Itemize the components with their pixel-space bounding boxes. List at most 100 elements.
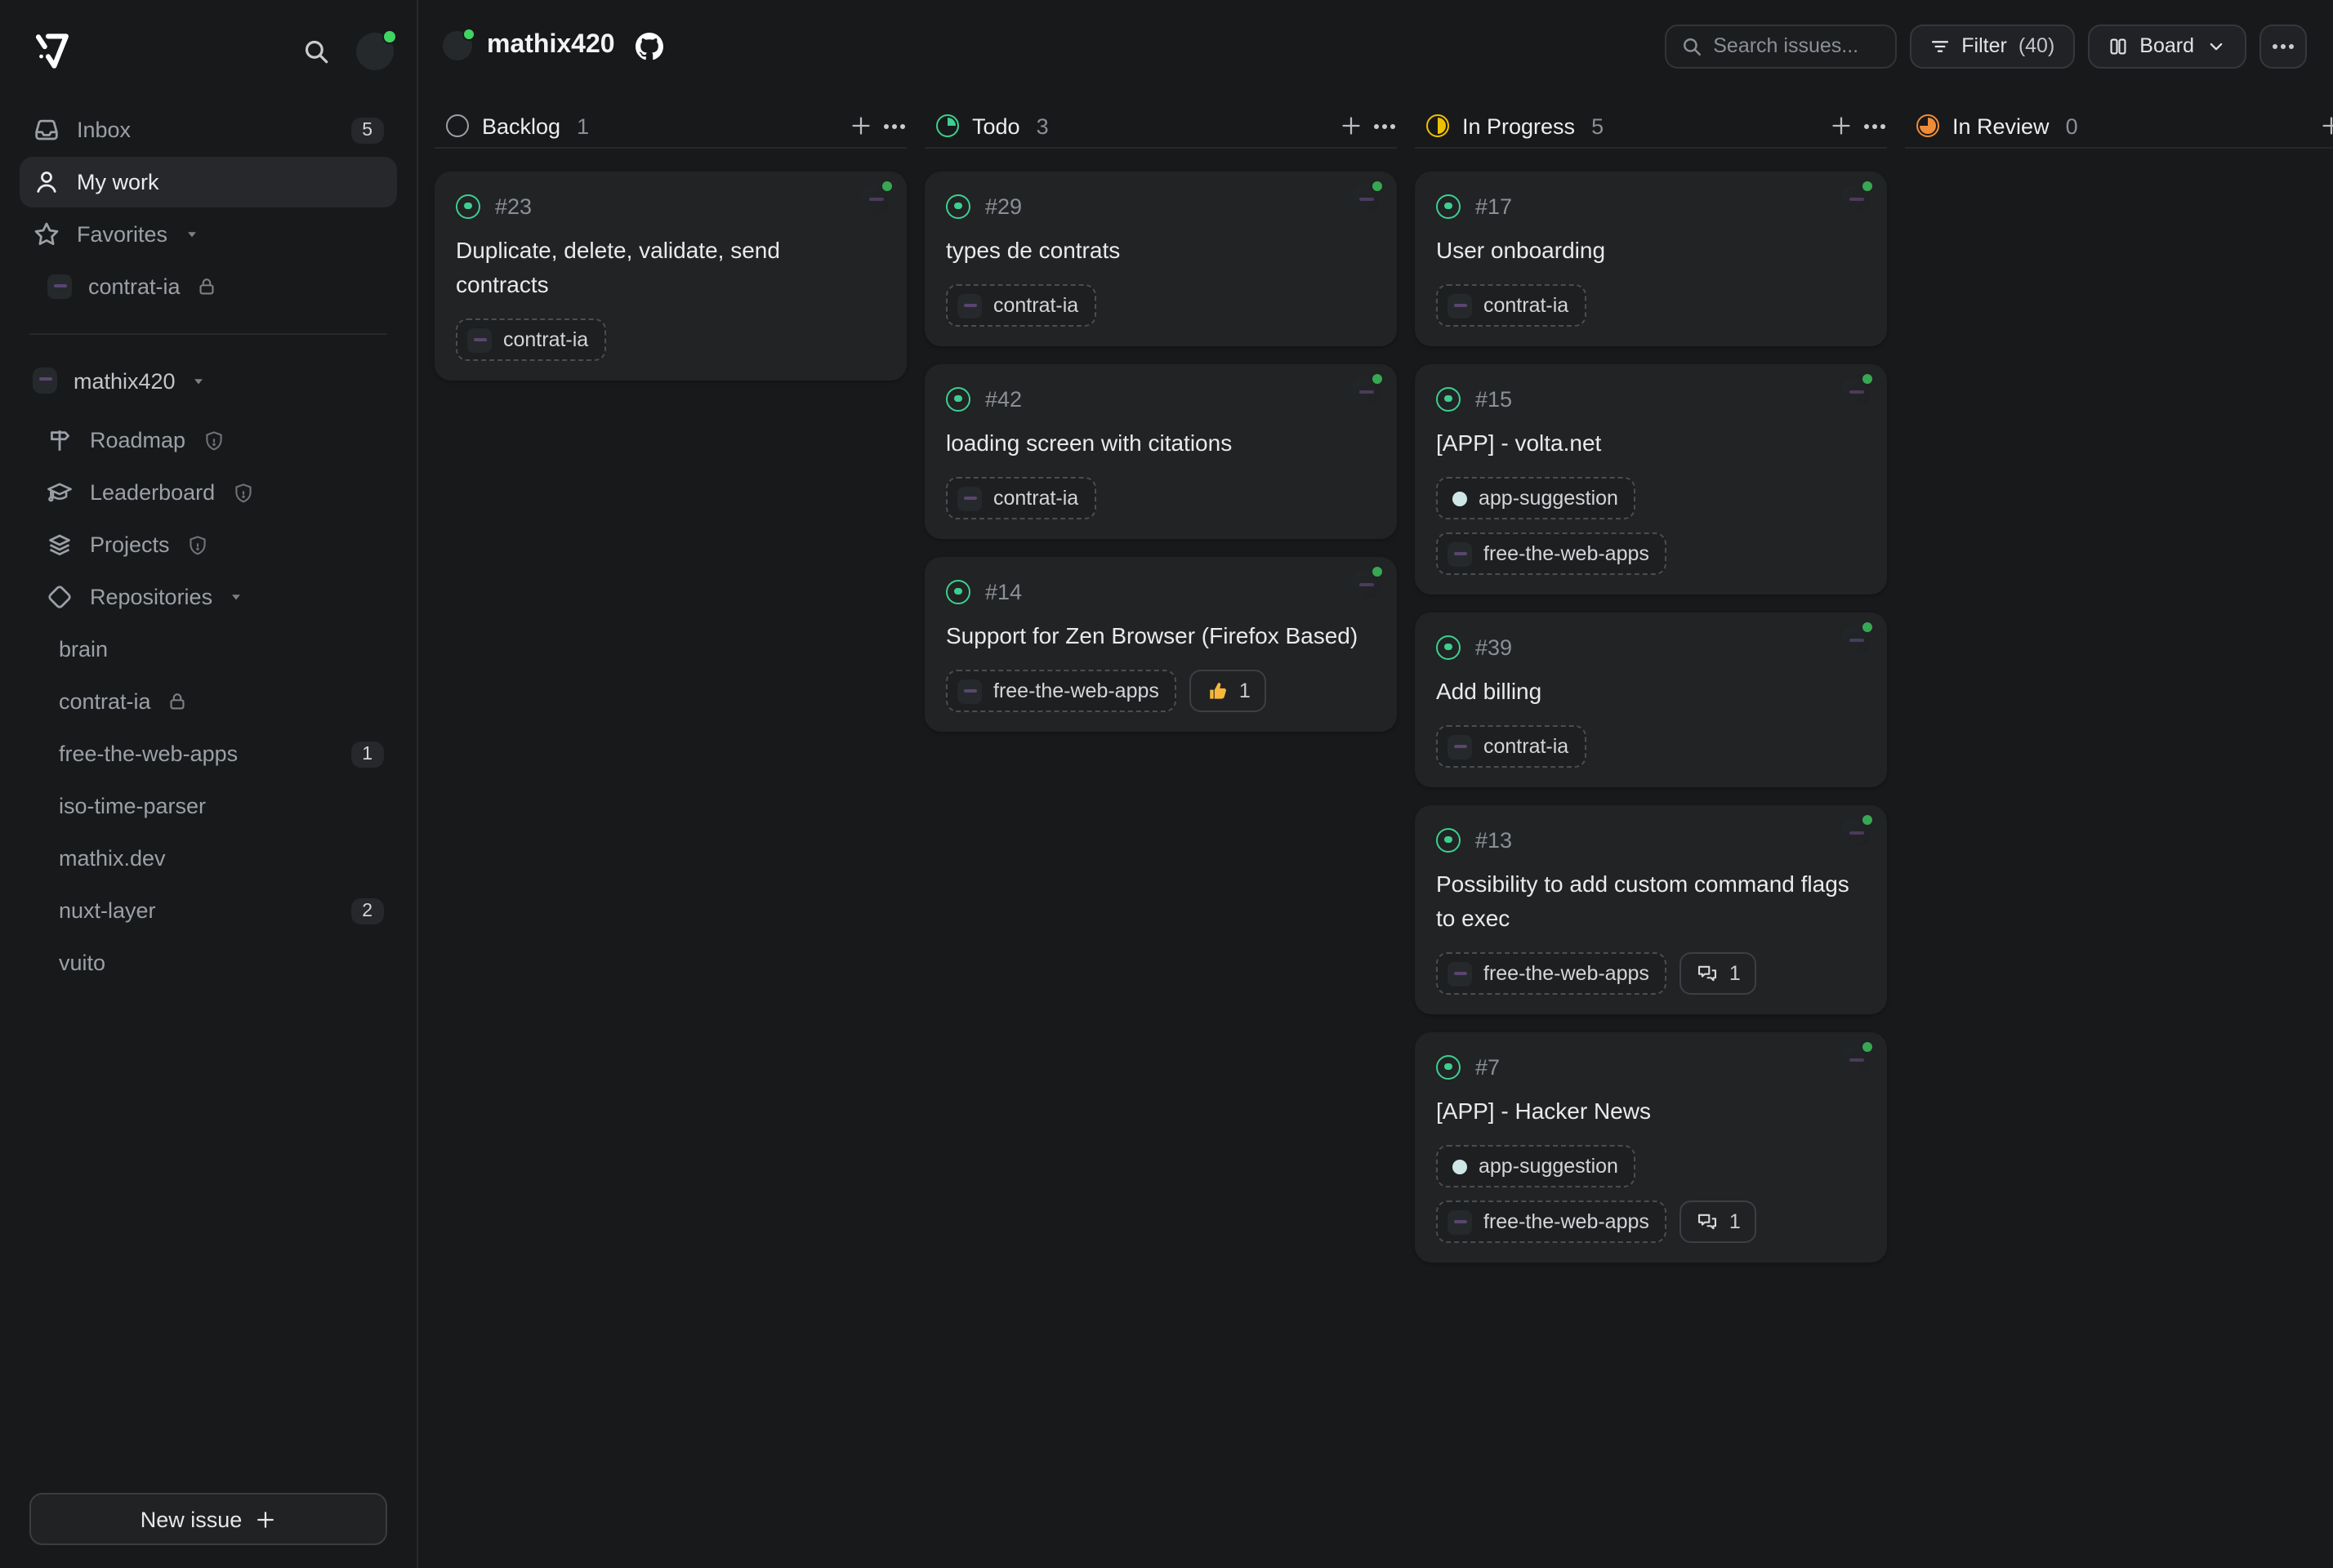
issue-card-7[interactable]: #7 [APP] - Hacker News app-suggestion fr… — [1415, 1032, 1887, 1263]
open-issue-icon — [946, 194, 970, 218]
issue-number: #29 — [985, 194, 1022, 218]
tag-label[interactable]: app-suggestion — [1436, 1145, 1636, 1187]
repo-name: contrat-ia — [88, 274, 181, 299]
online-dot — [1861, 180, 1874, 193]
repo-name: mathix.dev — [59, 846, 166, 871]
shield-icon — [231, 481, 254, 504]
open-issue-icon — [946, 579, 970, 604]
chevron-down-icon — [229, 590, 243, 604]
sidebar-org-mathix420[interactable]: mathix420 — [20, 354, 397, 407]
repo-label[interactable]: contrat-ia — [946, 284, 1096, 327]
comments-badge[interactable]: 1 — [1680, 1200, 1757, 1243]
search-issues-input[interactable] — [1713, 34, 1880, 57]
column-in-review: In Review 0 — [1905, 105, 2333, 1568]
sidebar-item-leaderboard[interactable]: Leaderboard — [20, 467, 397, 518]
issue-card-29[interactable]: #29 types de contrats contrat-ia — [925, 172, 1397, 346]
status-backlog-icon — [446, 114, 469, 137]
assignee-avatar — [1843, 820, 1869, 846]
inbox-icon — [33, 116, 60, 144]
sidebar-header — [23, 26, 394, 75]
sidebar-item-label: My work — [77, 170, 159, 194]
sidebar-repo-vuito[interactable]: vuito — [20, 938, 397, 988]
volta-logo[interactable] — [29, 29, 74, 73]
issue-title: Possibility to add custom command flags … — [1436, 867, 1866, 936]
column-header: Todo 3 — [925, 105, 1397, 149]
add-issue-icon[interactable] — [850, 114, 872, 137]
search-icon[interactable] — [297, 33, 333, 69]
open-issue-icon — [1436, 386, 1461, 411]
open-issue-icon — [946, 386, 970, 411]
issue-number: #14 — [985, 579, 1022, 604]
repo-name: free-the-web-apps — [59, 742, 238, 766]
person-icon — [33, 168, 60, 196]
sidebar-repo-nuxt-layer[interactable]: nuxt-layer 2 — [20, 885, 397, 936]
issue-card-13[interactable]: #13 Possibility to add custom command fl… — [1415, 805, 1887, 1014]
add-issue-icon[interactable] — [1340, 114, 1363, 137]
repo-label[interactable]: free-the-web-apps — [1436, 952, 1667, 995]
sidebar-item-inbox[interactable]: Inbox 5 — [20, 105, 397, 155]
filter-button[interactable]: Filter (40) — [1909, 24, 2074, 68]
comments-count: 1 — [1729, 1210, 1741, 1233]
issue-number: #7 — [1475, 1054, 1500, 1079]
sidebar-item-my-work[interactable]: My work — [20, 157, 397, 207]
sidebar-repo-mathix-dev[interactable]: mathix.dev — [20, 833, 397, 884]
add-issue-icon[interactable] — [1830, 114, 1853, 137]
sidebar-item-label: Roadmap — [90, 428, 185, 452]
main-area: mathix420 Filter (40) Board — [418, 0, 2333, 1568]
sidebar-favorite-contrat-ia[interactable]: contrat-ia — [20, 261, 397, 312]
lock-icon — [197, 276, 218, 297]
more-options-button[interactable] — [2259, 24, 2307, 68]
issue-card-39[interactable]: #39 Add billing contrat-ia — [1415, 612, 1887, 787]
topbar: mathix420 Filter (40) Board — [418, 0, 2333, 91]
issue-title: [APP] - Hacker News — [1436, 1094, 1866, 1129]
sidebar-item-repositories[interactable]: Repositories — [20, 572, 397, 622]
open-issue-icon — [1436, 827, 1461, 852]
repo-avatar — [957, 679, 982, 703]
issue-number: #15 — [1475, 386, 1512, 411]
sidebar-item-favorites[interactable]: Favorites — [20, 209, 397, 260]
repo-label[interactable]: free-the-web-apps — [946, 670, 1177, 712]
add-issue-icon[interactable] — [2320, 114, 2333, 137]
sidebar-item-roadmap[interactable]: Roadmap — [20, 415, 397, 466]
issue-number: #23 — [495, 194, 532, 218]
column-header: In Progress 5 — [1415, 105, 1887, 149]
repo-label[interactable]: free-the-web-apps — [1436, 532, 1667, 575]
column-backlog: Backlog 1 #23 Duplicate, delete, — [435, 105, 907, 1568]
column-menu-icon[interactable] — [1872, 123, 1877, 128]
thumbs-up-reaction-badge[interactable]: 1 — [1190, 670, 1267, 712]
search-issues-box[interactable] — [1664, 24, 1896, 68]
sidebar-item-projects[interactable]: Projects — [20, 519, 397, 570]
assignee-avatar — [1843, 1047, 1869, 1073]
sidebar-item-label: Projects — [90, 532, 170, 557]
comments-badge[interactable]: 1 — [1680, 952, 1757, 995]
repo-name: contrat-ia — [59, 689, 151, 714]
user-avatar[interactable] — [356, 32, 394, 69]
app-root: Inbox 5 My work Favorites contrat-ia mat… — [0, 0, 2333, 1568]
issue-card-23[interactable]: #23 Duplicate, delete, validate, send co… — [435, 172, 907, 381]
column-menu-icon[interactable] — [892, 123, 897, 128]
sidebar-repo-brain[interactable]: brain — [20, 624, 397, 675]
column-menu-icon[interactable] — [1382, 123, 1387, 128]
column-header: In Review 0 — [1905, 105, 2333, 149]
sidebar-repo-iso-time-parser[interactable]: iso-time-parser — [20, 781, 397, 831]
repo-name: nuxt-layer — [59, 898, 156, 923]
repo-label[interactable]: contrat-ia — [456, 318, 606, 361]
issue-number: #17 — [1475, 194, 1512, 218]
sidebar-repo-free-the-web-apps[interactable]: free-the-web-apps 1 — [20, 728, 397, 779]
repo-label[interactable]: free-the-web-apps — [1436, 1200, 1667, 1243]
board-view-button[interactable]: Board — [2087, 24, 2246, 68]
org-avatar[interactable] — [443, 31, 472, 60]
github-icon[interactable] — [636, 32, 664, 60]
issue-card-42[interactable]: #42 loading screen with citations contra… — [925, 364, 1397, 539]
online-dot — [1861, 621, 1874, 634]
issue-card-14[interactable]: #14 Support for Zen Browser (Firefox Bas… — [925, 557, 1397, 732]
tag-label[interactable]: app-suggestion — [1436, 477, 1636, 519]
issue-card-15[interactable]: #15 [APP] - volta.net app-suggestion fre… — [1415, 364, 1887, 595]
star-icon — [33, 220, 60, 248]
repo-label[interactable]: contrat-ia — [1436, 284, 1586, 327]
new-issue-button[interactable]: New issue — [29, 1493, 387, 1545]
issue-card-17[interactable]: #17 User onboarding contrat-ia — [1415, 172, 1887, 346]
repo-label[interactable]: contrat-ia — [946, 477, 1096, 519]
repo-label[interactable]: contrat-ia — [1436, 725, 1586, 768]
sidebar-repo-contrat-ia[interactable]: contrat-ia — [20, 676, 397, 727]
